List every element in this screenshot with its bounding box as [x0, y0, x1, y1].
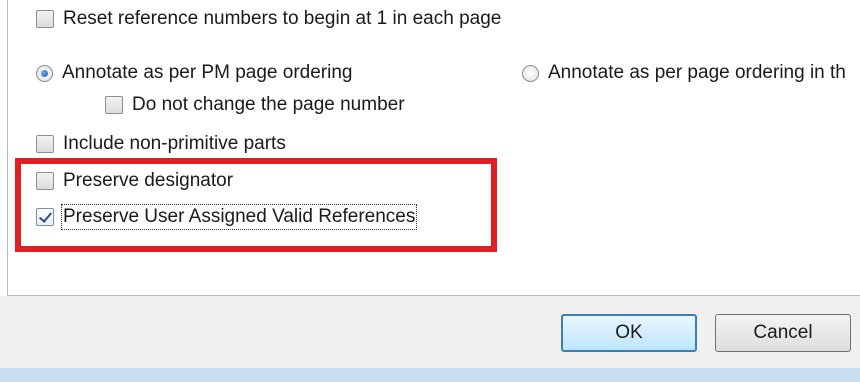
panel-border — [7, 0, 8, 296]
cancel-button[interactable]: Cancel — [715, 314, 851, 352]
annotate-pm-radio[interactable] — [36, 64, 53, 82]
do-not-change-page-checkbox[interactable] — [105, 96, 123, 114]
reset-reference-label: Reset reference numbers to begin at 1 in… — [63, 8, 502, 29]
include-non-primitive-option[interactable]: Include non-primitive parts — [36, 131, 286, 157]
annotate-other-option[interactable]: Annotate as per page ordering in th — [522, 60, 846, 86]
do-not-change-page-option[interactable]: Do not change the page number — [105, 92, 405, 118]
include-non-primitive-checkbox[interactable] — [36, 135, 54, 153]
highlight-box — [15, 158, 497, 252]
reset-reference-checkbox[interactable] — [36, 10, 54, 28]
include-non-primitive-label: Include non-primitive parts — [63, 133, 286, 154]
reset-reference-option[interactable]: Reset reference numbers to begin at 1 in… — [36, 6, 501, 32]
options-panel: Reset reference numbers to begin at 1 in… — [0, 0, 860, 296]
annotate-other-radio[interactable] — [522, 64, 539, 82]
annotate-other-label: Annotate as per page ordering in th — [548, 62, 846, 83]
annotate-pm-label: Annotate as per PM page ordering — [62, 62, 353, 83]
annotate-pm-option[interactable]: Annotate as per PM page ordering — [36, 60, 352, 86]
do-not-change-page-label: Do not change the page number — [132, 94, 405, 115]
ok-button[interactable]: OK — [561, 314, 697, 352]
bottom-strip — [0, 368, 860, 382]
